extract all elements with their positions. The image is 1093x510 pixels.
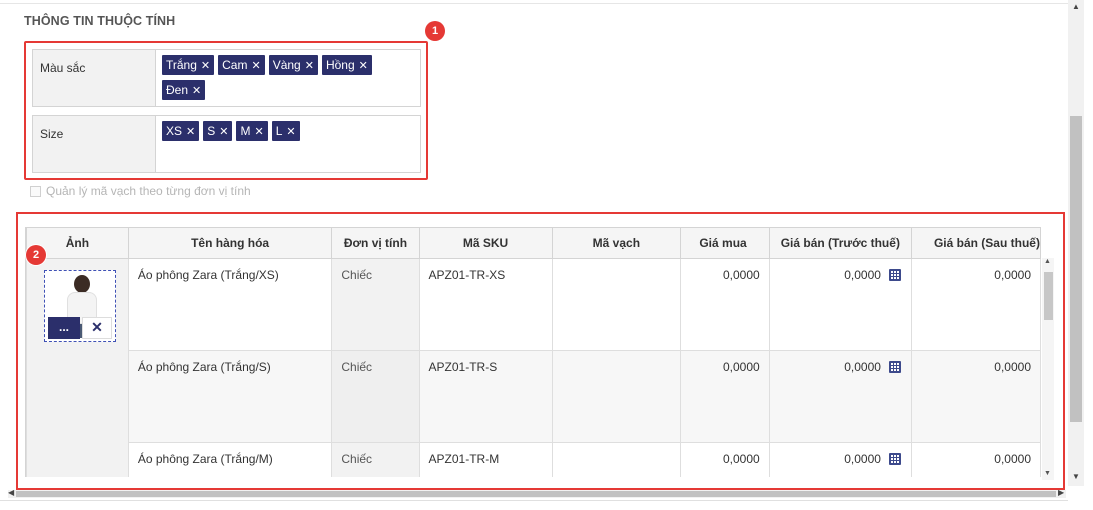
attribute-tag: S ✕ bbox=[203, 121, 233, 141]
table-row[interactable]: Áo phông Zara (Trắng/S) Chiếc APZ01-TR-S… bbox=[27, 350, 1041, 443]
attribute-tag: M ✕ bbox=[236, 121, 268, 141]
tag-label: XS bbox=[166, 124, 183, 138]
close-icon[interactable]: ✕ bbox=[359, 59, 368, 72]
barcode-checkbox[interactable] bbox=[30, 185, 41, 197]
table-row[interactable]: Áo phông Zara (Trắng/M) Chiếc APZ01-TR-M… bbox=[27, 442, 1041, 477]
column-header-name[interactable]: Tên hàng hóa bbox=[127, 227, 333, 259]
column-header-unit[interactable]: Đơn vị tính bbox=[331, 227, 420, 259]
close-icon[interactable]: ✕ bbox=[201, 59, 210, 72]
attribute-label: Size bbox=[33, 116, 156, 172]
sell-after-tax-cell[interactable]: 0,0000 bbox=[910, 442, 1041, 477]
sku-cell[interactable]: APZ01-TR-XS bbox=[418, 258, 553, 351]
horizontal-scrollbar[interactable]: ◀ ▶ bbox=[8, 488, 1066, 498]
barcode-cell[interactable] bbox=[551, 258, 682, 351]
attribute-tag: Hồng ✕ bbox=[321, 55, 372, 75]
sell-after-tax-cell[interactable]: 0,0000 bbox=[910, 258, 1041, 351]
column-header-sell-before-tax[interactable]: Giá bán (Trước thuế) bbox=[768, 227, 912, 259]
unit-cell: Chiếc bbox=[331, 442, 420, 477]
buy-price-cell[interactable]: 0,0000 bbox=[680, 258, 770, 351]
sell-before-tax-value: 0,0000 bbox=[844, 360, 881, 374]
browse-image-button[interactable]: ... bbox=[48, 317, 80, 339]
variants-grid: Ảnh Tên hàng hóa Đơn vị tính Mã SKU Mã v… bbox=[25, 227, 1041, 477]
column-header-sku[interactable]: Mã SKU bbox=[418, 227, 553, 259]
annotation-badge: 2 bbox=[26, 245, 46, 265]
top-divider bbox=[0, 0, 1068, 4]
close-icon[interactable]: ✕ bbox=[286, 125, 295, 138]
tag-label: S bbox=[207, 124, 216, 138]
tag-label: Trắng bbox=[166, 58, 197, 72]
attribute-tag: Trắng ✕ bbox=[162, 55, 215, 75]
annotation-badge: 1 bbox=[425, 21, 445, 41]
attribute-tag: XS ✕ bbox=[162, 121, 200, 141]
attribute-row-color: Màu sắc Trắng ✕ Cam ✕ Vàng ✕ Hồng ✕ Đen ✕ bbox=[32, 49, 421, 107]
close-icon[interactable]: ✕ bbox=[186, 125, 195, 138]
sell-before-tax-cell[interactable]: 0,0000 bbox=[768, 350, 912, 443]
variants-table: Ảnh Tên hàng hóa Đơn vị tính Mã SKU Mã v… bbox=[26, 227, 1041, 477]
tag-label: Hồng bbox=[325, 58, 355, 72]
attribute-label: Màu sắc bbox=[33, 50, 156, 106]
product-name-cell[interactable]: Áo phông Zara (Trắng/XS) bbox=[127, 258, 333, 351]
table-vertical-scrollbar[interactable]: ▲ ▼ bbox=[1042, 258, 1054, 480]
barcode-option[interactable]: Quản lý mã vạch theo từng đơn vị tính bbox=[30, 184, 251, 198]
scroll-up-icon[interactable]: ▲ bbox=[1072, 2, 1080, 11]
close-icon[interactable]: ✕ bbox=[219, 125, 228, 138]
scroll-down-icon[interactable]: ▼ bbox=[1044, 470, 1051, 477]
calculator-icon[interactable] bbox=[888, 269, 901, 281]
scroll-down-icon[interactable]: ▼ bbox=[1072, 472, 1080, 481]
sell-after-tax-cell[interactable]: 0,0000 bbox=[910, 350, 1041, 443]
product-image-upload[interactable]: ... ✕ bbox=[44, 270, 116, 342]
table-row[interactable]: Áo phông Zara (Trắng/XS) Chiếc APZ01-TR-… bbox=[26, 258, 1041, 477]
sku-cell[interactable]: APZ01-TR-M bbox=[418, 442, 553, 477]
calculator-icon[interactable] bbox=[888, 453, 901, 465]
tag-label: Cam bbox=[222, 58, 248, 72]
sell-before-tax-value: 0,0000 bbox=[844, 268, 881, 282]
table-scroll-thumb[interactable] bbox=[1044, 272, 1053, 320]
attribute-values-color[interactable]: Trắng ✕ Cam ✕ Vàng ✕ Hồng ✕ Đen ✕ bbox=[162, 55, 417, 100]
attribute-tag: Vàng ✕ bbox=[268, 55, 318, 75]
close-icon[interactable]: ✕ bbox=[251, 59, 260, 72]
tag-label: Vàng bbox=[272, 58, 301, 72]
unit-cell: Chiếc bbox=[331, 350, 420, 443]
section-title: THÔNG TIN THUỘC TÍNH bbox=[24, 14, 176, 28]
close-icon[interactable]: ✕ bbox=[305, 59, 314, 72]
tag-label: L bbox=[275, 124, 283, 138]
sell-before-tax-cell[interactable]: 0,0000 bbox=[768, 442, 912, 477]
remove-image-button[interactable]: ✕ bbox=[82, 317, 112, 339]
horizontal-scroll-thumb[interactable] bbox=[16, 491, 1056, 497]
bottom-divider bbox=[0, 500, 1068, 501]
sku-cell[interactable]: APZ01-TR-S bbox=[418, 350, 553, 443]
attribute-row-size: Size XS ✕ S ✕ M ✕ L ✕ bbox=[32, 115, 421, 173]
attribute-tag: Cam ✕ bbox=[218, 55, 265, 75]
table-header-row: Ảnh Tên hàng hóa Đơn vị tính Mã SKU Mã v… bbox=[26, 227, 1041, 259]
tag-label: M bbox=[240, 124, 251, 138]
page-vertical-scrollbar[interactable]: ▲ ▼ bbox=[1068, 0, 1084, 486]
product-name-cell[interactable]: Áo phông Zara (Trắng/S) bbox=[127, 350, 333, 443]
page-scroll-thumb[interactable] bbox=[1070, 116, 1082, 422]
close-icon[interactable]: ✕ bbox=[254, 125, 263, 138]
barcode-option-label: Quản lý mã vạch theo từng đơn vị tính bbox=[46, 184, 251, 198]
image-actions: ... ✕ bbox=[48, 317, 112, 339]
sell-before-tax-value: 0,0000 bbox=[844, 452, 881, 466]
attribute-values-size[interactable]: XS ✕ S ✕ M ✕ L ✕ bbox=[162, 121, 417, 141]
calculator-icon[interactable] bbox=[888, 361, 901, 373]
barcode-cell[interactable] bbox=[551, 350, 682, 443]
attribute-panel: Màu sắc Trắng ✕ Cam ✕ Vàng ✕ Hồng ✕ Đen ✕ Siz… bbox=[24, 41, 428, 180]
scroll-up-icon[interactable]: ▲ bbox=[1044, 258, 1051, 265]
buy-price-cell[interactable]: 0,0000 bbox=[680, 442, 770, 477]
attribute-tag: Đen ✕ bbox=[162, 80, 206, 100]
column-header-sell-after-tax[interactable]: Giá bán (Sau thuế) bbox=[910, 227, 1041, 259]
column-header-buy-price[interactable]: Giá mua bbox=[680, 227, 770, 259]
barcode-cell[interactable] bbox=[551, 442, 682, 477]
sell-before-tax-cell[interactable]: 0,0000 bbox=[768, 258, 912, 351]
tag-label: Đen bbox=[166, 83, 189, 97]
scroll-left-icon[interactable]: ◀ bbox=[8, 488, 14, 497]
attribute-tag: L ✕ bbox=[271, 121, 300, 141]
close-icon[interactable]: ✕ bbox=[192, 84, 201, 97]
scroll-right-icon[interactable]: ▶ bbox=[1058, 488, 1064, 497]
buy-price-cell[interactable]: 0,0000 bbox=[680, 350, 770, 443]
product-name-cell[interactable]: Áo phông Zara (Trắng/M) bbox=[127, 442, 333, 477]
unit-cell: Chiếc bbox=[331, 258, 420, 351]
variants-table-panel: Ảnh Tên hàng hóa Đơn vị tính Mã SKU Mã v… bbox=[16, 212, 1065, 490]
column-header-barcode[interactable]: Mã vạch bbox=[551, 227, 682, 259]
